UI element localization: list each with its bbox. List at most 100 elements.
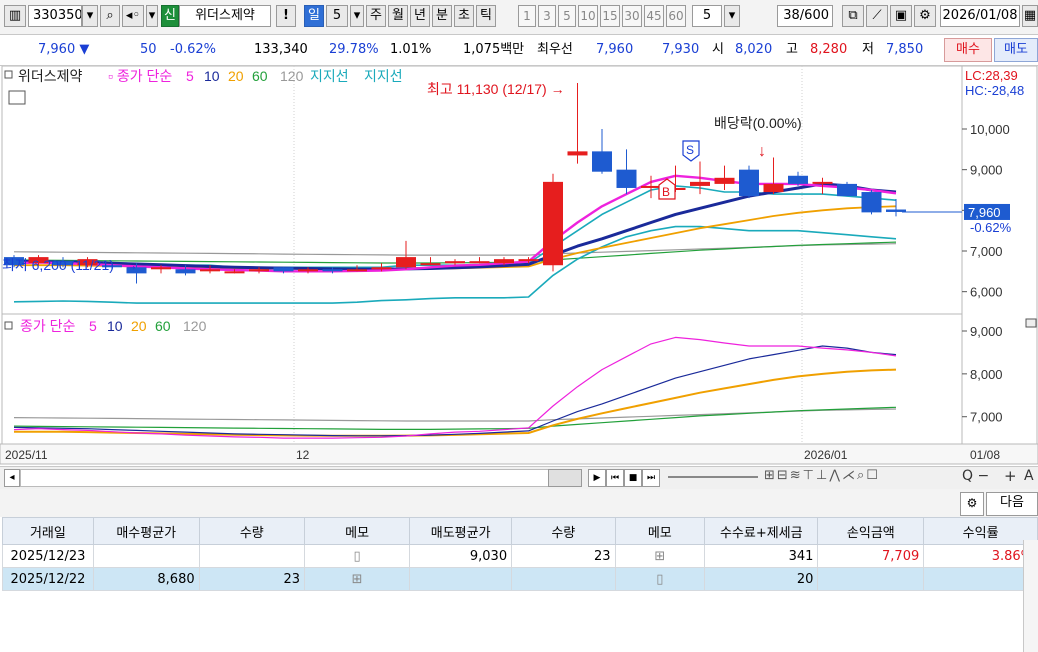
sell-memo-icon[interactable]: ⊞ [614,544,706,568]
legend-stock-name: 위더스제약 [18,68,83,84]
chart-toolbar: ▥ 330350 ▾ ⌕ ◂◦ ▾ 신 위더스제약 ! 일 5 ▾ 주 월 년 분 초 틱 13… [0,0,1038,35]
low-price: 7,850 [886,42,924,57]
upper-tick-label-3: 7,000 [970,244,1003,259]
period-tab-7[interactable]: 틱 [476,5,496,27]
minute-dropdown-icon[interactable]: ▾ [724,5,740,27]
next-button[interactable]: 다음 [986,492,1038,516]
candle-body [543,181,563,266]
open-price: 8,020 [735,42,773,57]
volume-ratio: 29.78% [329,42,379,57]
minute-option-5[interactable]: 5 [558,5,576,27]
fast-forward-icon[interactable]: ⏭ [642,469,660,487]
table-scrollbar[interactable] [1023,540,1038,652]
gear-icon[interactable]: ⚙ [960,492,984,516]
period-tab-0[interactable]: 일 [304,5,324,27]
chart-canvas[interactable]: 10,0009,0008,0007,0006,0009,0008,0007,00… [0,66,1038,466]
scroll-thumb[interactable] [548,469,582,487]
return-rate: 3.86% [923,544,1038,568]
period-tab-1[interactable]: 5 [326,5,348,27]
buy-memo-icon[interactable]: ⊞ [303,567,411,591]
buy-avg-price [92,544,200,568]
candle-body [420,263,441,266]
trade-pane-toolbar: ⚙ 다음 [0,489,1038,517]
current-price: 7,960 ▼ [38,42,90,57]
minute-value-input[interactable]: 5 [692,5,722,27]
calendar-icon[interactable]: ▦ [1022,5,1038,27]
buy-memo-icon[interactable]: ▯ [303,544,411,568]
column-header-3[interactable]: 메모 [303,517,411,545]
candle-body [763,183,784,193]
column-header-2[interactable]: 수량 [198,517,305,545]
legend-ma-label: ▫ 종가 단순 [108,68,172,84]
candle-body [812,181,833,184]
column-header-6[interactable]: 메모 [614,517,706,545]
minute-option-60[interactable]: 60 [666,5,686,27]
scroll-left-icon[interactable]: ◂ [4,469,20,487]
play-icon[interactable]: ▶ [588,469,606,487]
minute-option-15[interactable]: 15 [600,5,620,27]
legend-ma-20: 20 [228,68,244,84]
legend-support-2: 지지선 [364,68,403,84]
gear-icon[interactable]: ⚙ [914,5,936,27]
candle-body [298,269,318,272]
candle-body [641,185,661,188]
save-icon[interactable]: ▣ [890,5,912,27]
period-tab-5[interactable]: 분 [432,5,452,27]
drawing-tools-icons[interactable]: ⊞⊟≋⊤⊥⋀⋌⌕☐ [764,468,880,483]
auto-fit-icon[interactable]: A [1024,468,1034,484]
column-header-9[interactable]: 수익률 [923,517,1038,545]
period-dropdown-icon[interactable]: ▾ [350,5,364,27]
alert-icon[interactable]: ! [276,5,296,27]
table-row[interactable]: 2025/12/22 8,680 23 ⊞ ▯ 20 [2,567,1038,591]
sound-dropdown-icon[interactable]: ▾ [146,5,158,27]
period-tab-6[interactable]: 초 [454,5,474,27]
chart-scroll-bar[interactable]: ◂ ▶ ⏮ ■ ⏭ ⊞⊟≋⊤⊥⋀⋌⌕☐ Q − + A [0,466,1038,490]
low-annotation: 최저 6,200 (11/21) [2,257,114,273]
code-dropdown-icon[interactable]: ▾ [82,5,98,27]
sell-button[interactable]: 매도 [994,38,1038,62]
table-row[interactable]: 2025/12/23 ▯ 9,030 23 ⊞ 341 7,709 3.86% [2,544,1038,568]
stock-code-input[interactable]: 330350 [28,5,82,27]
sell-memo-icon[interactable]: ▯ [614,567,706,591]
minute-option-10[interactable]: 10 [578,5,598,27]
candle-body [445,261,465,264]
period-tab-4[interactable]: 년 [410,5,430,27]
minute-option-3[interactable]: 3 [538,5,556,27]
column-header-0[interactable]: 거래일 [2,517,94,545]
date-input[interactable]: 2026/01/08 [940,5,1020,27]
data-count-input[interactable]: 38/600 [777,5,833,27]
stop-icon[interactable]: ■ [624,469,642,487]
minute-option-1[interactable]: 1 [518,5,536,27]
period-tab-2[interactable]: 주 [366,5,386,27]
speed-slider[interactable] [668,476,758,478]
candle-body [347,269,367,272]
column-header-8[interactable]: 손익금액 [817,517,925,545]
column-header-4[interactable]: 매도평균가 [409,517,513,545]
sell-quantity: 23 [511,544,616,568]
price-chart[interactable]: 10,0009,0008,0007,0006,0009,0008,0007,00… [0,66,1038,466]
trade-date: 2025/12/22 [2,567,94,591]
minute-option-45[interactable]: 45 [644,5,664,27]
stock-name[interactable]: 위더스제약 [179,5,271,27]
zoom-in-icon[interactable]: + [1004,467,1017,485]
minute-option-30[interactable]: 30 [622,5,642,27]
zoom-out-icon[interactable]: Q − [962,468,989,484]
rewind-icon[interactable]: ⏮ [606,469,624,487]
column-header-1[interactable]: 매수평균가 [92,517,200,545]
sound-icon[interactable]: ◂◦ [122,5,144,27]
high-price: 8,280 [810,42,848,57]
dividend-arrow-icon: ↓ [758,143,766,160]
chart-menu-icon[interactable]: ▥ [4,5,26,27]
candle-settings-icon[interactable]: ⧉ [842,5,864,27]
search-icon[interactable]: ⌕ [100,5,120,27]
column-header-7[interactable]: 수수료+제세금 [704,517,819,545]
quote-bar: 7,960 ▼ 50 -0.62% 133,340 29.78% 1.01% 1… [0,35,1038,66]
price-change-pct: -0.62% [170,42,216,57]
buy-button[interactable]: 매수 [944,38,992,62]
candle-body [371,267,392,270]
column-header-5[interactable]: 수량 [511,517,616,545]
x-tick-2026-01: 2026/01 [804,448,848,462]
line-tool-icon[interactable]: ⟋ [866,5,888,27]
period-tab-3[interactable]: 월 [388,5,408,27]
scroll-track[interactable] [20,469,582,487]
